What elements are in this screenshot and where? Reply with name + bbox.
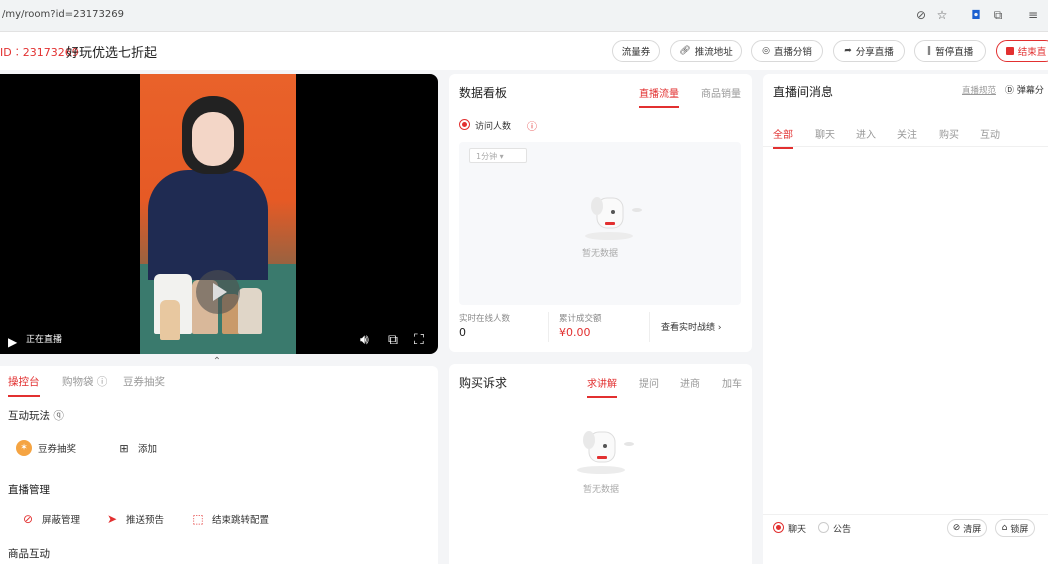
empty-dog-illustration bbox=[585, 197, 642, 240]
dashboard-title: 数据看板 bbox=[459, 86, 508, 100]
chart-area: 1分钟 ▾ 暂无数据 bbox=[459, 142, 741, 305]
tab-all[interactable]: 全部 bbox=[773, 126, 793, 149]
play-icon[interactable]: ▶ bbox=[8, 335, 17, 349]
online-value: 0 bbox=[459, 326, 466, 339]
empty-text: 暂无数据 bbox=[583, 485, 620, 495]
chat-radio-label: 聊天 bbox=[788, 525, 807, 535]
add-tool-button[interactable]: ⊞ 添加 bbox=[116, 436, 157, 460]
distribution-button[interactable]: ◎ 直播分销 bbox=[751, 40, 823, 62]
stream-url-button[interactable]: 🔗︎ 推流地址 bbox=[670, 40, 742, 62]
lottery-tool[interactable]: ✶ 豆券抽奖 bbox=[16, 436, 84, 460]
live-status: 正在直播 bbox=[26, 335, 63, 345]
end-redirect-config-tool[interactable]: ⬚ 结束跳转配置 bbox=[190, 511, 269, 527]
live-mgmt-title: 直播管理 bbox=[8, 484, 50, 496]
data-dashboard-panel: 数据看板 直播流量 商品销量 访问人数 ⓘ 1分钟 ▾ 暂无数据 实时在线人数 … bbox=[449, 74, 752, 352]
clear-screen-button[interactable]: ⊘ 清屏 bbox=[947, 519, 987, 537]
lottery-icon: ✶ bbox=[16, 440, 32, 456]
tab-console[interactable]: 操控台 bbox=[8, 374, 40, 397]
link-icon: 🔗︎ bbox=[679, 46, 691, 56]
redirect-icon: ⬚ bbox=[192, 512, 204, 526]
info-icon[interactable]: ⓘ bbox=[527, 118, 537, 133]
online-label: 实时在线人数 bbox=[459, 314, 511, 324]
tab-explain[interactable]: 求讲解 bbox=[587, 375, 617, 398]
interval-select[interactable]: 1分钟 ▾ bbox=[469, 148, 527, 163]
purchase-demand-panel: 购买诉求 求讲解 提问 进商 加车 暂无数据 bbox=[449, 364, 752, 564]
product-interact-title: 商品互动 bbox=[8, 548, 50, 560]
tabs-divider bbox=[763, 146, 1048, 147]
traffic-coupon-button[interactable]: 流量券 bbox=[612, 40, 660, 62]
push-preview-tool[interactable]: ➤ 推送预告 bbox=[104, 511, 164, 527]
tab-enter-shop[interactable]: 进商 bbox=[680, 375, 700, 390]
extension-shield-icon[interactable]: ◘ bbox=[968, 7, 984, 23]
gmv-label: 累计成交额 bbox=[559, 314, 602, 324]
room-title: 好玩优选七折起 bbox=[66, 46, 158, 61]
pip-icon[interactable]: ⧉ bbox=[388, 332, 398, 348]
purchase-title: 购买诉求 bbox=[459, 376, 508, 390]
play-overlay-icon[interactable] bbox=[196, 270, 240, 314]
stop-icon bbox=[1005, 47, 1014, 55]
gmv-value: ¥0.00 bbox=[559, 326, 591, 339]
pause-live-button[interactable]: ‖ 暂停直播 bbox=[914, 40, 986, 62]
tab-product-sales[interactable]: 商品销量 bbox=[701, 85, 741, 100]
end-live-button[interactable]: 结束直 bbox=[996, 40, 1048, 62]
chevron-right-icon: › bbox=[717, 323, 722, 333]
tab-live-traffic[interactable]: 直播流量 bbox=[639, 85, 679, 108]
tracking-icon[interactable]: ⊘ bbox=[913, 7, 929, 23]
tab-add-cart[interactable]: 加车 bbox=[722, 375, 742, 390]
empty-text: 暂无数据 bbox=[582, 249, 619, 259]
distribution-icon: ◎ bbox=[762, 46, 770, 56]
lock-screen-button[interactable]: ⌂ 锁屏 bbox=[995, 519, 1035, 537]
view-realtime-link[interactable]: 查看实时战绩 › bbox=[661, 320, 722, 333]
room-header: ID︰23173269 好玩优选七折起 流量券 🔗︎ 推流地址 ◎ 直播分销 ➦… bbox=[0, 32, 1048, 70]
browser-address-bar: /my/room?id=23173269 ⊘ ☆ ◘ ⧉ ≡ bbox=[0, 0, 1048, 32]
live-rules-link[interactable]: 直播规范 bbox=[962, 84, 996, 96]
block-icon: ⊘ bbox=[22, 512, 34, 526]
tab-enter[interactable]: 进入 bbox=[856, 126, 876, 141]
footer-divider bbox=[763, 514, 1048, 515]
menu-icon[interactable]: ≡ bbox=[1025, 7, 1041, 23]
live-messages-panel: 直播间消息 直播规范 Ⓓ 弹幕分 全部 聊天 进入 关注 购买 互动 聊天 公告… bbox=[763, 74, 1048, 564]
extensions-icon[interactable]: ⧉ bbox=[990, 7, 1006, 23]
lock-icon: ⌂ bbox=[1001, 523, 1008, 533]
empty-dog-illustration bbox=[577, 431, 634, 474]
tab-follow[interactable]: 关注 bbox=[897, 126, 917, 141]
share-live-button[interactable]: ➦ 分享直播 bbox=[833, 40, 905, 62]
tab-chat[interactable]: 聊天 bbox=[815, 126, 835, 141]
fullscreen-icon[interactable]: ⛶ bbox=[414, 332, 424, 348]
danmaku-icon: Ⓓ bbox=[1005, 86, 1015, 96]
messages-title: 直播间消息 bbox=[773, 85, 834, 99]
block-mgmt-tool[interactable]: ⊘ 屏蔽管理 bbox=[20, 511, 80, 527]
star-icon[interactable]: ☆ bbox=[934, 7, 950, 23]
help-icon: ⓠ bbox=[53, 410, 64, 422]
live-video-player[interactable]: ▶ 正在直播 🔊︎ ⧉ ⛶ bbox=[0, 74, 438, 354]
danmaku-toggle[interactable]: Ⓓ 弹幕分 bbox=[1005, 83, 1044, 96]
volume-icon[interactable]: 🔊︎ bbox=[360, 332, 369, 348]
console-panel: 操控台 购物袋 ⓘ 豆券抽奖 互动玩法 ⓠ ✶ 豆券抽奖 ⊞ 添加 直播管理 ⊘… bbox=[0, 366, 438, 564]
url-text[interactable]: /my/room?id=23173269 bbox=[2, 9, 124, 20]
tab-question[interactable]: 提问 bbox=[639, 375, 659, 390]
notice-radio[interactable] bbox=[818, 522, 829, 533]
tab-coupon-lottery[interactable]: 豆券抽奖 bbox=[123, 374, 165, 389]
pause-icon: ‖ bbox=[926, 46, 932, 56]
metric-divider bbox=[649, 312, 650, 342]
tab-shopping-bag[interactable]: 购物袋 ⓘ bbox=[62, 374, 107, 389]
tab-purchase[interactable]: 购买 bbox=[939, 126, 959, 141]
interactive-section-title: 互动玩法 ⓠ bbox=[8, 410, 64, 422]
share-icon: ➦ bbox=[844, 46, 852, 56]
chat-radio[interactable] bbox=[773, 522, 784, 533]
visitors-label: 访问人数 bbox=[475, 122, 512, 132]
add-icon: ⊞ bbox=[119, 441, 129, 455]
visitors-radio[interactable] bbox=[459, 119, 470, 130]
metric-divider bbox=[548, 312, 549, 342]
info-icon: ⓘ bbox=[96, 376, 108, 388]
clear-icon: ⊘ bbox=[952, 523, 961, 533]
send-icon: ➤ bbox=[106, 512, 118, 526]
tab-interact[interactable]: 互动 bbox=[980, 126, 1000, 141]
notice-radio-label: 公告 bbox=[833, 525, 852, 535]
